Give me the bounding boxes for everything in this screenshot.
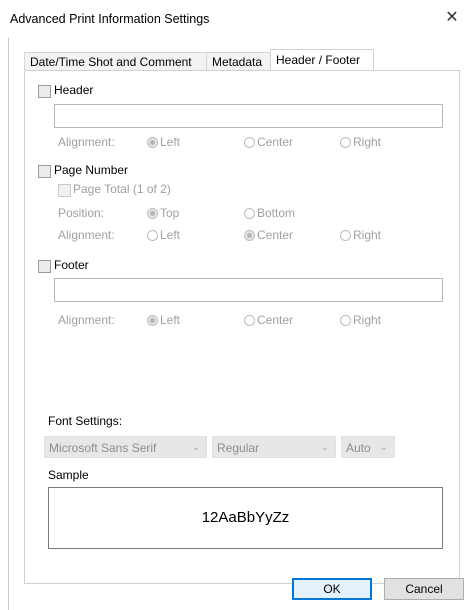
sample-label: Sample bbox=[48, 468, 89, 482]
header-align-left-radio[interactable] bbox=[147, 137, 158, 148]
footer-align-center-label: Center bbox=[257, 313, 294, 327]
chevron-down-icon: ⌄ bbox=[191, 442, 200, 453]
footer-text-input[interactable] bbox=[54, 278, 443, 302]
position-top-label: Top bbox=[160, 206, 180, 220]
footer-align-center-radio[interactable] bbox=[244, 315, 255, 326]
page-number-align-right-radio[interactable] bbox=[340, 230, 351, 241]
font-settings-label: Font Settings: bbox=[48, 414, 123, 428]
page-total-checkbox[interactable] bbox=[58, 184, 71, 197]
ok-button[interactable]: OK bbox=[292, 578, 372, 600]
position-bottom-radio[interactable] bbox=[244, 208, 255, 219]
font-size-select[interactable]: Auto ⌄ bbox=[341, 436, 395, 458]
footer-align-right-label: Right bbox=[353, 313, 382, 327]
tab-header-footer[interactable]: Header / Footer bbox=[270, 49, 374, 72]
font-style-select[interactable]: Regular ⌄ bbox=[212, 436, 336, 458]
cancel-button[interactable]: Cancel bbox=[384, 578, 464, 600]
page-number-align-center-radio[interactable] bbox=[244, 230, 255, 241]
font-style-value: Regular bbox=[217, 441, 260, 455]
tab-metadata[interactable]: Metadata bbox=[206, 52, 271, 71]
header-alignment-label: Alignment: bbox=[58, 135, 115, 149]
chevron-down-icon: ⌄ bbox=[320, 442, 329, 453]
page-number-checkbox[interactable] bbox=[38, 165, 51, 178]
footer-align-left-radio[interactable] bbox=[147, 315, 158, 326]
page-number-label: Page Number bbox=[54, 163, 129, 177]
footer-label: Footer bbox=[54, 258, 89, 272]
header-label: Header bbox=[54, 83, 94, 97]
header-align-center-label: Center bbox=[257, 135, 294, 149]
position-top-radio[interactable] bbox=[147, 208, 158, 219]
font-size-value: Auto bbox=[346, 441, 371, 455]
footer-checkbox[interactable] bbox=[38, 260, 51, 273]
page-number-position-label: Position: bbox=[58, 206, 105, 220]
window-edge bbox=[8, 38, 9, 610]
page-number-align-center-label: Center bbox=[257, 228, 294, 242]
sample-preview-text: 12AaBbYyZz bbox=[201, 509, 290, 526]
position-bottom-label: Bottom bbox=[257, 206, 296, 220]
header-checkbox[interactable] bbox=[38, 85, 51, 98]
footer-align-left-label: Left bbox=[160, 313, 181, 327]
footer-align-right-radio[interactable] bbox=[340, 315, 351, 326]
page-number-align-right-label: Right bbox=[353, 228, 382, 242]
header-text-input[interactable] bbox=[54, 104, 443, 128]
page-total-label: Page Total (1 of 2) bbox=[73, 182, 171, 196]
sample-preview-box: 12AaBbYyZz bbox=[48, 487, 443, 549]
header-align-right-label: Right bbox=[353, 135, 382, 149]
header-align-center-radio[interactable] bbox=[244, 137, 255, 148]
font-family-value: Microsoft Sans Serif bbox=[49, 441, 157, 455]
page-number-alignment-label: Alignment: bbox=[58, 228, 115, 242]
header-align-left-label: Left bbox=[160, 135, 181, 149]
window-title: Advanced Print Information Settings bbox=[10, 12, 210, 26]
close-icon[interactable]: ✕ bbox=[441, 7, 463, 29]
title-bar: Advanced Print Information Settings ✕ bbox=[0, 0, 471, 38]
page-number-align-left-label: Left bbox=[160, 228, 181, 242]
chevron-down-icon: ⌄ bbox=[379, 442, 388, 453]
print-settings-dialog: Advanced Print Information Settings ✕ Da… bbox=[0, 0, 471, 610]
header-align-right-radio[interactable] bbox=[340, 137, 351, 148]
footer-alignment-label: Alignment: bbox=[58, 313, 115, 327]
tab-date-time-shot-and-comment[interactable]: Date/Time Shot and Comment bbox=[24, 52, 208, 71]
font-family-select[interactable]: Microsoft Sans Serif ⌄ bbox=[44, 436, 207, 458]
page-number-align-left-radio[interactable] bbox=[147, 230, 158, 241]
